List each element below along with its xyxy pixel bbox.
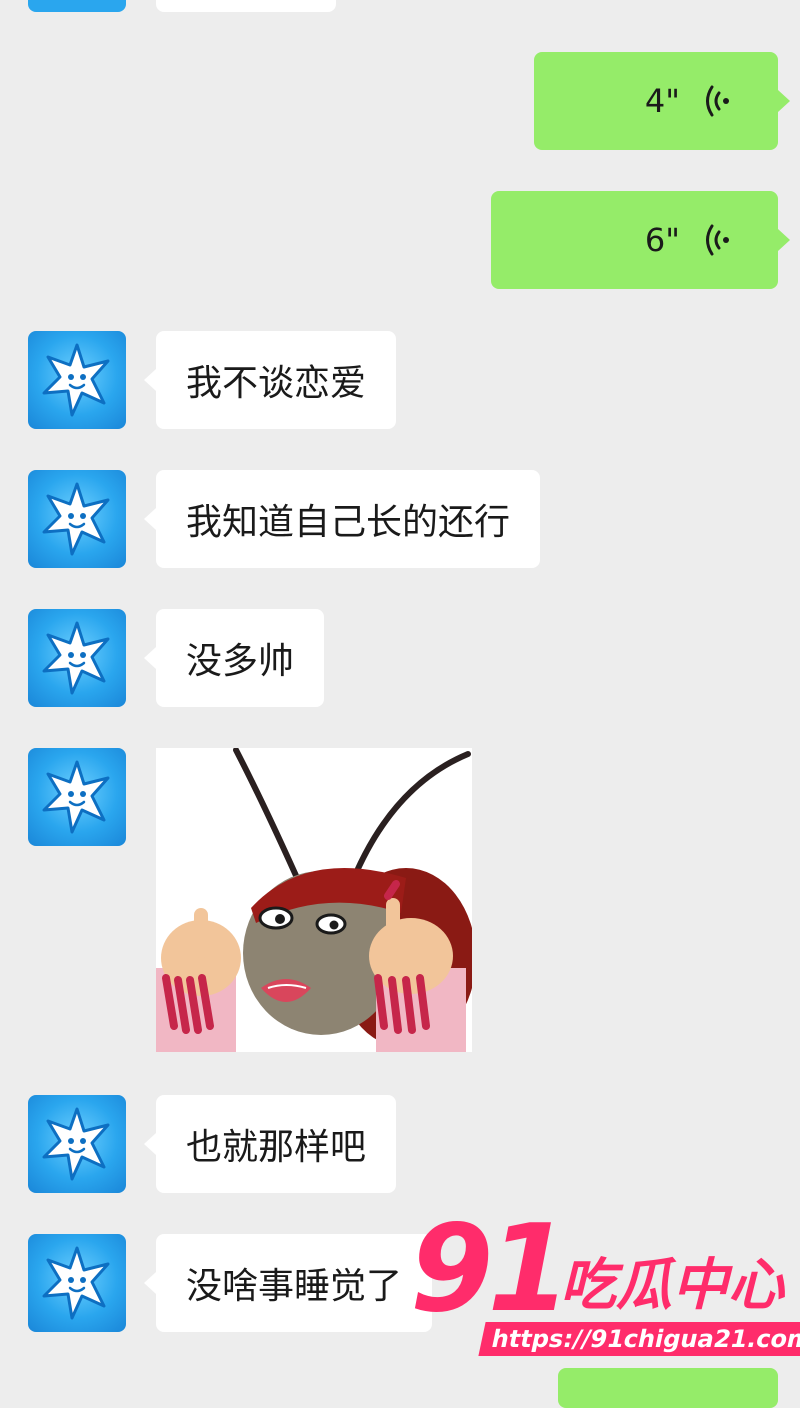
message-bubble-incoming[interactable]: 我知道自己长的还行: [143, 470, 541, 568]
star-mascot-icon: [42, 760, 110, 834]
star-mascot-icon: [42, 621, 110, 695]
contact-avatar[interactable]: [28, 748, 126, 846]
star-mascot-icon: [42, 343, 110, 417]
watermark-url: https://91chigua21.com: [478, 1322, 800, 1356]
contact-avatar[interactable]: [28, 1234, 126, 1332]
message-bubble-incoming[interactable]: 没多帅: [143, 609, 325, 707]
voice-message-outgoing[interactable]: 4": [534, 52, 790, 150]
voice-duration: 6": [644, 221, 680, 259]
contact-avatar[interactable]: [28, 470, 126, 568]
cockroach-meme-sticker[interactable]: [156, 748, 472, 1052]
message-text: 我知道自己长的还行: [186, 502, 511, 543]
voice-message-outgoing[interactable]: 6": [491, 191, 790, 289]
cockroach-meme-icon: [156, 748, 472, 1052]
message-bubble-incoming[interactable]: 也就那样吧: [143, 1095, 397, 1193]
voice-wave-icon: [706, 85, 729, 117]
watermark: 91 吃瓜中心 https://91chigua21.com: [410, 1200, 800, 1360]
star-mascot-icon: [42, 1246, 110, 1320]
voice-duration: 4": [644, 82, 680, 120]
voice-wave-icon: [706, 224, 729, 256]
message-bubble-partial[interactable]: [558, 1368, 778, 1408]
star-mascot-icon: [42, 482, 110, 556]
watermark-title: 吃瓜中心: [560, 1253, 784, 1318]
message-bubble-incoming[interactable]: 我不谈恋爱: [143, 331, 397, 429]
contact-avatar[interactable]: [28, 609, 126, 707]
message-bubble-incoming[interactable]: 没啥事睡觉了: [143, 1234, 433, 1332]
message-text: 没啥事睡觉了: [186, 1266, 403, 1307]
contact-avatar[interactable]: [28, 331, 126, 429]
message-bubble-partial[interactable]: [156, 0, 336, 12]
message-text: 也就那样吧: [186, 1127, 367, 1168]
contact-avatar[interactable]: [28, 1095, 126, 1193]
star-mascot-icon: [42, 1107, 110, 1181]
message-text: 没多帅: [186, 641, 295, 682]
avatar-partial[interactable]: [28, 0, 126, 12]
watermark-logo: 91: [410, 1200, 571, 1339]
message-text: 我不谈恋爱: [186, 363, 367, 404]
